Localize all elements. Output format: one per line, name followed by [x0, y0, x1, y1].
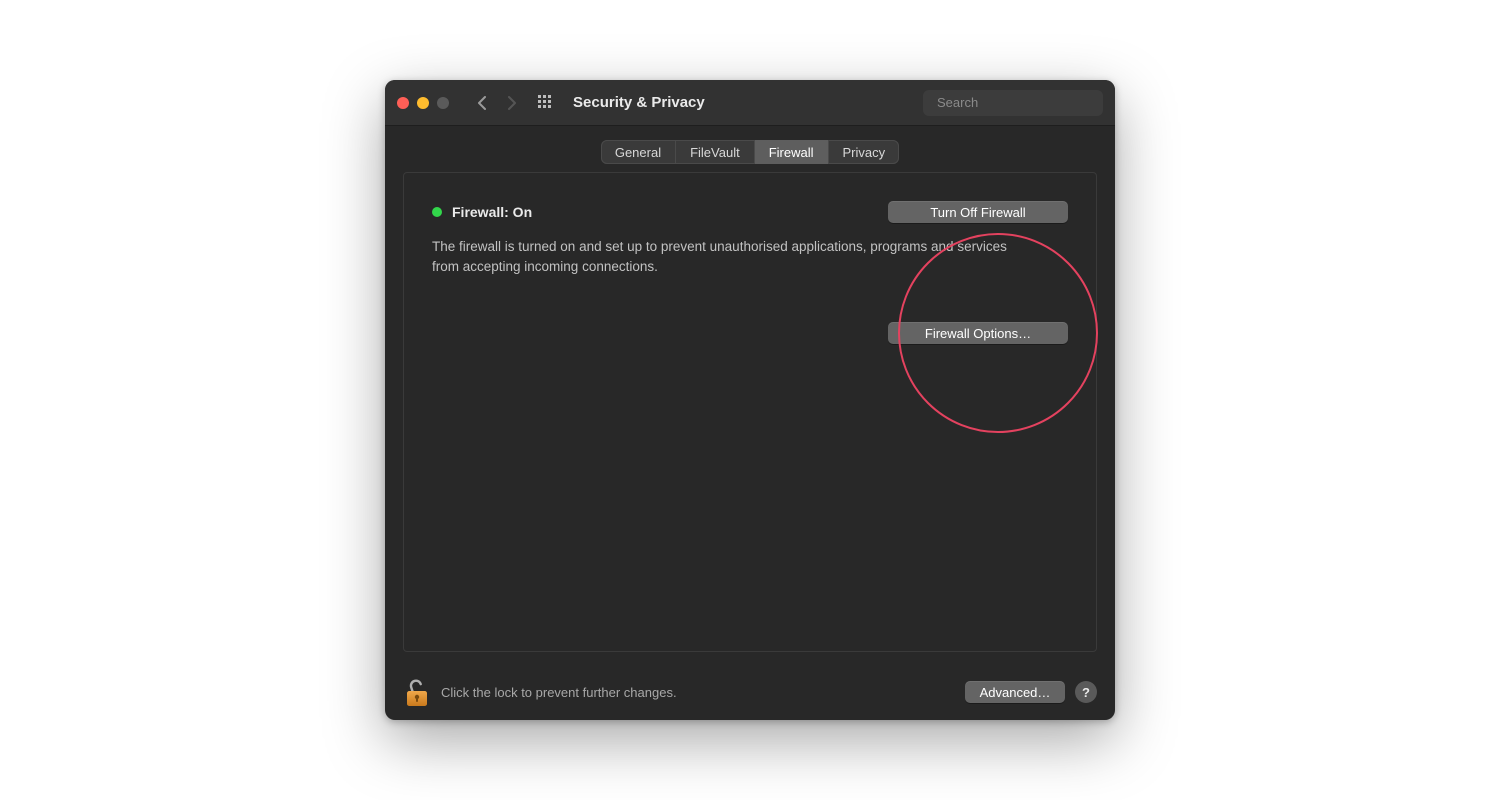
chevron-left-icon [477, 96, 487, 110]
tab-privacy[interactable]: Privacy [829, 140, 900, 164]
search-field[interactable] [923, 90, 1103, 116]
firewall-status: Firewall: On [432, 204, 532, 220]
status-indicator-icon [432, 207, 442, 217]
preferences-window: Security & Privacy General FileVault Fir… [385, 80, 1115, 720]
advanced-button[interactable]: Advanced… [965, 681, 1065, 703]
toolbar: Security & Privacy [385, 80, 1115, 126]
firewall-status-label: Firewall: On [452, 204, 532, 220]
firewall-status-row: Firewall: On Turn Off Firewall [432, 201, 1068, 223]
grid-icon [538, 95, 554, 111]
footer: Click the lock to prevent further change… [385, 664, 1115, 720]
toggle-firewall-button[interactable]: Turn Off Firewall [888, 201, 1068, 223]
close-window-button[interactable] [397, 97, 409, 109]
zoom-window-button[interactable] [437, 97, 449, 109]
window-controls [397, 97, 449, 109]
tab-filevault[interactable]: FileVault [676, 140, 755, 164]
window-title: Security & Privacy [573, 94, 705, 111]
tab-firewall[interactable]: Firewall [755, 140, 829, 164]
firewall-description: The firewall is turned on and set up to … [432, 237, 1032, 276]
lock-button[interactable] [403, 676, 431, 708]
search-input[interactable] [937, 95, 1113, 110]
show-all-button[interactable] [535, 92, 557, 114]
tabs: General FileVault Firewall Privacy [601, 140, 899, 164]
minimize-window-button[interactable] [417, 97, 429, 109]
chevron-right-icon [507, 96, 517, 110]
forward-button[interactable] [501, 92, 523, 114]
back-button[interactable] [471, 92, 493, 114]
lock-hint-text: Click the lock to prevent further change… [441, 685, 677, 700]
tabs-container: General FileVault Firewall Privacy [385, 126, 1115, 172]
help-button[interactable]: ? [1075, 681, 1097, 703]
unlocked-lock-icon [404, 678, 430, 708]
firewall-panel: Firewall: On Turn Off Firewall The firew… [403, 172, 1097, 652]
tab-general[interactable]: General [601, 140, 676, 164]
firewall-options-button[interactable]: Firewall Options… [888, 322, 1068, 344]
